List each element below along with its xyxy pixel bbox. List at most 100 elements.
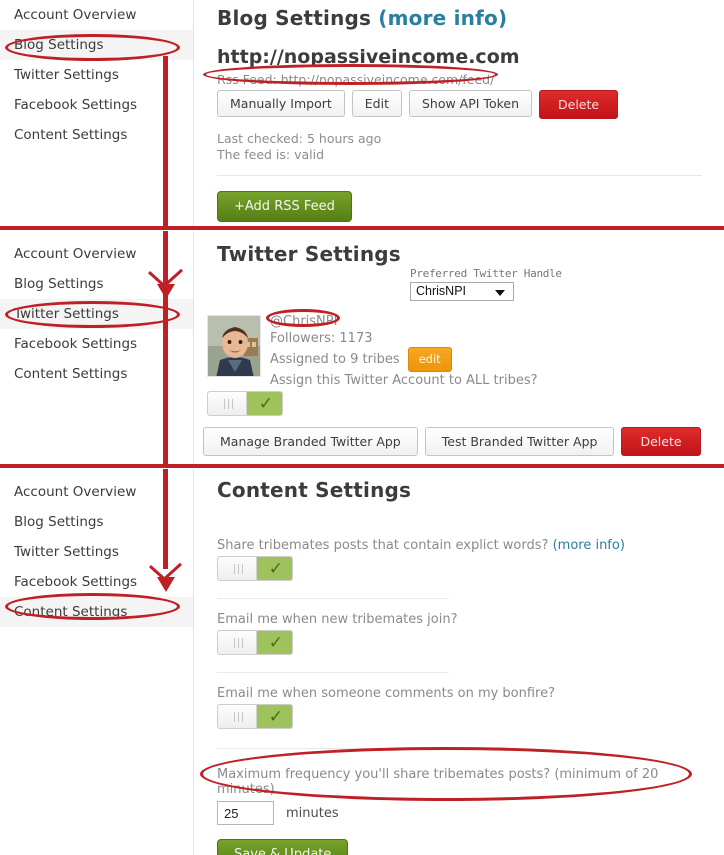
setting-label: Share tribemates posts that contain expl… bbox=[217, 538, 710, 553]
chevron-down-icon bbox=[495, 290, 505, 296]
preferred-handle-label: Preferred Twitter Handle bbox=[410, 267, 562, 280]
last-checked-text: Last checked: 5 hours ago bbox=[217, 131, 382, 146]
sidebar-item-account-overview[interactable]: Account Overview bbox=[0, 239, 193, 269]
twitter-account-info: @ChrisNPI Followers: 1173 Assigned to 9 … bbox=[270, 313, 452, 372]
minutes-unit-label: minutes bbox=[286, 805, 339, 821]
sidebar-item-label: Account Overview bbox=[14, 7, 137, 23]
more-info-link[interactable]: (more info) bbox=[378, 6, 507, 30]
assign-all-tribes-label: Assign this Twitter Account to ALL tribe… bbox=[270, 373, 538, 388]
new-tribemates-email-toggle[interactable]: ✓ bbox=[217, 630, 293, 655]
sidebar-item-label: Account Overview bbox=[14, 484, 137, 500]
sidebar-item-twitter-settings[interactable]: Twitter Settings bbox=[0, 299, 193, 329]
sidebar-item-facebook-settings[interactable]: Facebook Settings bbox=[0, 567, 193, 597]
sidebar-item-label: Blog Settings bbox=[14, 514, 104, 530]
followers-count: Followers: 1173 bbox=[270, 331, 373, 346]
save-row: Save & Update bbox=[217, 839, 710, 855]
show-api-token-button[interactable]: Show API Token bbox=[408, 90, 532, 117]
avatar bbox=[207, 315, 261, 377]
preferred-handle-select[interactable]: ChrisNPI bbox=[410, 282, 514, 301]
sidebar-panel-3: Account Overview Blog Settings Twitter S… bbox=[0, 469, 194, 855]
check-icon: ✓ bbox=[268, 633, 283, 653]
sidebar-item-label: Blog Settings bbox=[14, 37, 104, 53]
page-title: Blog Settings (more info) bbox=[209, 0, 710, 30]
explicit-words-toggle[interactable]: ✓ bbox=[217, 556, 293, 581]
sidebar-item-twitter-settings[interactable]: Twitter Settings bbox=[0, 60, 193, 90]
delete-button[interactable]: Delete bbox=[621, 427, 701, 456]
divider bbox=[217, 175, 702, 176]
sidebar-item-blog-settings[interactable]: Blog Settings bbox=[0, 507, 193, 537]
sidebar-item-facebook-settings[interactable]: Facebook Settings bbox=[0, 329, 193, 359]
sidebar-item-label: Facebook Settings bbox=[14, 336, 138, 352]
blog-settings-panel: Account Overview Blog Settings Twitter S… bbox=[0, 0, 724, 228]
test-branded-twitter-app-button[interactable]: Test Branded Twitter App bbox=[424, 427, 615, 456]
edit-tribes-button[interactable]: edit bbox=[407, 347, 452, 372]
more-info-link[interactable]: (more info) bbox=[553, 538, 625, 553]
manage-branded-twitter-app-button[interactable]: Manage Branded Twitter App bbox=[203, 427, 418, 456]
setting-row-explicit-words: Share tribemates posts that contain expl… bbox=[217, 538, 710, 585]
setting-label: Email me when someone comments on my bon… bbox=[217, 686, 556, 701]
setting-row-bonfire-comments: Email me when someone comments on my bon… bbox=[217, 686, 710, 733]
max-frequency-group: Maximum frequency you'll share tribemate… bbox=[217, 767, 710, 825]
setting-label: Email me when new tribemates join? bbox=[217, 612, 458, 627]
sidebar-item-label: Twitter Settings bbox=[14, 67, 119, 83]
setting-row-new-tribemates: Email me when new tribemates join? ✓ bbox=[217, 612, 710, 659]
sidebar-item-blog-settings[interactable]: Blog Settings bbox=[0, 30, 193, 60]
sidebar-item-content-settings[interactable]: Content Settings bbox=[0, 120, 193, 150]
content-settings-panel: Account Overview Blog Settings Twitter S… bbox=[0, 469, 724, 855]
feed-status-text: The feed is: valid bbox=[217, 147, 325, 162]
setting-label-text: Share tribemates posts that contain expl… bbox=[217, 538, 549, 553]
max-frequency-label: Maximum frequency you'll share tribemate… bbox=[217, 767, 659, 797]
assigned-tribes-text: Assigned to 9 tribes bbox=[270, 352, 400, 367]
blog-settings-content: Blog Settings (more info) http://nopassi… bbox=[195, 0, 724, 228]
grip-icon bbox=[224, 399, 233, 409]
sidebar-item-content-settings[interactable]: Content Settings bbox=[0, 359, 193, 389]
twitter-handle: @ChrisNPI bbox=[270, 314, 338, 329]
sidebar-item-blog-settings[interactable]: Blog Settings bbox=[0, 269, 193, 299]
page-title: Twitter Settings bbox=[217, 242, 401, 266]
sidebar-item-label: Content Settings bbox=[14, 604, 128, 620]
avatar-photo bbox=[208, 316, 260, 376]
rss-feed-text: Rss Feed: http://nopassiveincome.com/fee… bbox=[217, 72, 495, 87]
sidebar-item-account-overview[interactable]: Account Overview bbox=[0, 0, 193, 30]
page-title: Content Settings bbox=[217, 478, 412, 502]
grip-icon bbox=[234, 712, 243, 722]
manually-import-button[interactable]: Manually Import bbox=[217, 90, 345, 117]
grip-icon bbox=[234, 564, 243, 574]
blog-url: http://nopassiveincome.com bbox=[217, 46, 520, 68]
feed-meta: Last checked: 5 hours ago The feed is: v… bbox=[217, 131, 710, 163]
divider bbox=[217, 748, 485, 749]
divider bbox=[217, 672, 449, 673]
twitter-settings-content: Twitter Settings Preferred Twitter Handl… bbox=[195, 231, 724, 466]
delete-button[interactable]: Delete bbox=[539, 90, 619, 119]
add-rss-feed-button[interactable]: +Add RSS Feed bbox=[217, 191, 352, 222]
sidebar-item-facebook-settings[interactable]: Facebook Settings bbox=[0, 90, 193, 120]
divider bbox=[217, 598, 449, 599]
sidebar-item-label: Facebook Settings bbox=[14, 574, 138, 590]
page-title-text: Blog Settings bbox=[217, 6, 372, 30]
assign-all-tribes-toggle[interactable]: ✓ bbox=[207, 391, 283, 416]
max-frequency-input[interactable] bbox=[217, 801, 274, 825]
screenshot-separator-2 bbox=[0, 464, 724, 468]
preferred-handle-value: ChrisNPI bbox=[416, 284, 467, 298]
sidebar-item-label: Content Settings bbox=[14, 127, 128, 143]
check-icon: ✓ bbox=[268, 707, 283, 727]
sidebar-item-label: Account Overview bbox=[14, 246, 137, 262]
save-update-button[interactable]: Save & Update bbox=[217, 839, 349, 855]
sidebar-item-label: Blog Settings bbox=[14, 276, 104, 292]
tribes-assignment-row: Assigned to 9 tribes edit bbox=[270, 347, 452, 372]
screenshot-root: Account Overview Blog Settings Twitter S… bbox=[0, 0, 724, 855]
sidebar-item-account-overview[interactable]: Account Overview bbox=[0, 477, 193, 507]
sidebar-item-content-settings[interactable]: Content Settings bbox=[0, 597, 193, 627]
sidebar-item-label: Content Settings bbox=[14, 366, 128, 382]
bonfire-comments-email-toggle[interactable]: ✓ bbox=[217, 704, 293, 729]
max-frequency-input-row: minutes bbox=[217, 801, 710, 825]
sidebar-item-twitter-settings[interactable]: Twitter Settings bbox=[0, 537, 193, 567]
sidebar-item-label: Twitter Settings bbox=[14, 544, 119, 560]
content-settings-content: Content Settings Share tribemates posts … bbox=[195, 469, 724, 855]
assign-all-tribes-toggle-wrap: ✓ bbox=[207, 391, 283, 420]
check-icon: ✓ bbox=[268, 559, 283, 579]
edit-button[interactable]: Edit bbox=[351, 90, 402, 117]
blog-action-buttons: Manually Import Edit Show API Token Dele… bbox=[217, 90, 710, 119]
sidebar-panel-2: Account Overview Blog Settings Twitter S… bbox=[0, 231, 194, 466]
add-rss-feed-row: +Add RSS Feed bbox=[217, 191, 710, 222]
